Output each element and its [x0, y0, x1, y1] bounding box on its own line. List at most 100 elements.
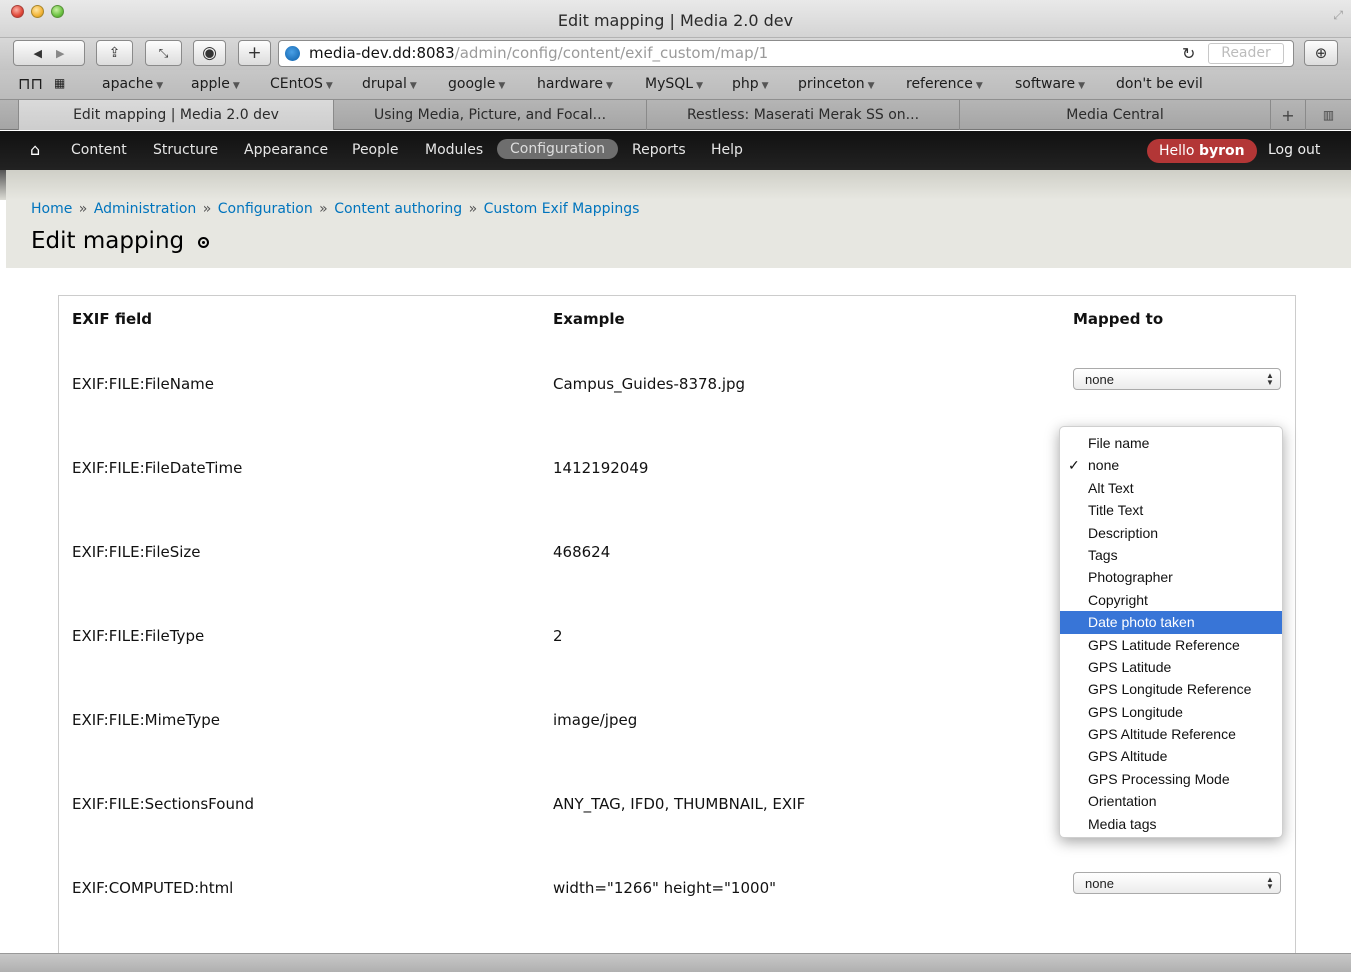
- menu-reports[interactable]: Reports: [632, 142, 686, 158]
- option-gps-longitude[interactable]: GPS Longitude: [1060, 701, 1282, 723]
- bookmark-princeton[interactable]: princeton ▼: [798, 76, 875, 92]
- bookmark-label: princeton: [798, 76, 865, 92]
- option-gps-processing-mode[interactable]: GPS Processing Mode: [1060, 768, 1282, 790]
- menu-configuration[interactable]: Configuration: [497, 139, 618, 159]
- bookmark-php[interactable]: php ▼: [732, 76, 769, 92]
- option-gps-longitude-reference[interactable]: GPS Longitude Reference: [1060, 678, 1282, 700]
- breadcrumb-custom-exif-mappings[interactable]: Custom Exif Mappings: [484, 201, 640, 217]
- bookmark-label: hardware: [537, 76, 603, 92]
- option-label: File name: [1088, 435, 1150, 451]
- chevron-down-icon: ▼: [1078, 81, 1086, 91]
- add-tab-icon[interactable]: +: [1270, 100, 1305, 130]
- menu-help[interactable]: Help: [711, 142, 743, 158]
- option-label: Photographer: [1088, 569, 1173, 586]
- reload-icon[interactable]: ↻: [1182, 44, 1195, 63]
- column-header-mapped-to: Mapped to: [1073, 310, 1164, 328]
- option-gps-altitude[interactable]: GPS Altitude: [1060, 745, 1282, 767]
- mapped-to-dropdown-list[interactable]: File name ✓ none Alt Text Title Text Desc…: [1059, 426, 1283, 838]
- option-tags[interactable]: Tags: [1060, 544, 1282, 566]
- add-shortcut-icon[interactable]: [198, 237, 210, 248]
- mapped-to-select[interactable]: none ▲ ▼: [1073, 872, 1281, 894]
- checkmark-icon: ✓: [1068, 457, 1080, 474]
- greeting-text: Hello: [1159, 143, 1195, 159]
- bookmark-google[interactable]: google ▼: [448, 76, 505, 92]
- tab-media-central[interactable]: Media Central: [959, 100, 1270, 130]
- fullscreen-icon[interactable]: ⤢: [1333, 8, 1343, 23]
- option-file-name[interactable]: File name: [1060, 432, 1282, 454]
- option-orientation[interactable]: Orientation: [1060, 790, 1282, 812]
- bookmark-label: software: [1015, 76, 1076, 92]
- row-example: width="1266" height="1000": [553, 879, 777, 897]
- url-text[interactable]: media-dev.dd:8083/admin/config/content/e…: [309, 44, 768, 62]
- logout-link[interactable]: Log out: [1268, 142, 1320, 158]
- new-tab-button[interactable]: +: [238, 40, 271, 66]
- row-field: EXIF:FILE:FileName: [72, 375, 214, 393]
- option-gps-latitude-reference[interactable]: GPS Latitude Reference: [1060, 634, 1282, 656]
- reader-button[interactable]: Reader: [1208, 43, 1284, 64]
- option-none[interactable]: ✓ none: [1060, 454, 1282, 476]
- row-example: image/jpeg: [553, 711, 638, 729]
- bookmark-dont-be-evil[interactable]: don't be evil: [1116, 76, 1203, 92]
- option-photographer[interactable]: Photographer: [1060, 566, 1282, 588]
- breadcrumb-content-authoring[interactable]: Content authoring: [334, 201, 462, 217]
- breadcrumb: Home » Administration » Configuration » …: [31, 201, 639, 217]
- breadcrumb-configuration[interactable]: Configuration: [218, 201, 313, 217]
- tab-using-media[interactable]: Using Media, Picture, and Focal...: [333, 100, 646, 130]
- bookmark-centos[interactable]: CEntOS ▼: [270, 76, 333, 92]
- url-host: media-dev.dd:8083: [309, 44, 455, 62]
- column-header-example: Example: [553, 310, 625, 328]
- option-alt-text[interactable]: Alt Text: [1060, 477, 1282, 499]
- bookmark-mysql[interactable]: MySQL ▼: [645, 76, 703, 92]
- menu-modules[interactable]: Modules: [425, 142, 483, 158]
- bookmark-drupal[interactable]: drupal ▼: [362, 76, 417, 92]
- option-gps-altitude-reference[interactable]: GPS Altitude Reference: [1060, 723, 1282, 745]
- extension-button[interactable]: ◉: [193, 40, 226, 66]
- chevron-down-icon: ▼: [867, 81, 875, 91]
- select-value: none: [1085, 372, 1114, 387]
- bookmark-apache[interactable]: apache ▼: [102, 76, 163, 92]
- row-example: ANY_TAG, IFD0, THUMBNAIL, EXIF: [553, 795, 806, 813]
- bookmark-label: drupal: [362, 76, 407, 92]
- option-label: Copyright: [1088, 591, 1148, 608]
- option-label: Title Text: [1088, 502, 1144, 519]
- option-description[interactable]: Description: [1060, 522, 1282, 544]
- back-icon[interactable]: ◀: [34, 47, 42, 60]
- option-title-text[interactable]: Title Text: [1060, 499, 1282, 521]
- option-gps-latitude[interactable]: GPS Latitude: [1060, 656, 1282, 678]
- bookmark-software[interactable]: software ▼: [1015, 76, 1085, 92]
- window-bottom-bar: [0, 953, 1351, 972]
- chevron-down-icon: ▼: [696, 81, 703, 91]
- menu-people[interactable]: People: [352, 142, 399, 158]
- address-bar[interactable]: media-dev.dd:8083/admin/config/content/e…: [278, 40, 1294, 67]
- mapped-to-select[interactable]: none ▲ ▼: [1073, 368, 1281, 390]
- url-path: /admin/config/content/exif_custom/map/1: [454, 44, 769, 62]
- bookmark-hardware[interactable]: hardware ▼: [537, 76, 613, 92]
- menu-structure[interactable]: Structure: [153, 142, 218, 158]
- option-copyright[interactable]: Copyright: [1060, 589, 1282, 611]
- forward-icon[interactable]: ▶: [56, 47, 64, 60]
- menu-content[interactable]: Content: [71, 142, 127, 158]
- home-icon[interactable]: ⌂: [30, 140, 40, 159]
- reading-list-icon[interactable]: ⊓⊓: [18, 74, 43, 93]
- tab-overview-icon[interactable]: ▥: [1305, 100, 1351, 130]
- share-button[interactable]: ⇪: [96, 40, 133, 66]
- tab-restless[interactable]: Restless: Maserati Merak SS on...: [646, 100, 959, 130]
- option-date-photo-taken[interactable]: Date photo taken: [1060, 611, 1282, 634]
- bookmark-reference[interactable]: reference ▼: [906, 76, 983, 92]
- chevron-down-icon: ▼: [498, 81, 506, 91]
- username: byron: [1198, 143, 1245, 159]
- top-sites-icon[interactable]: ▦: [54, 76, 65, 90]
- bookmark-label: MySQL: [645, 76, 694, 92]
- fullscreen-button[interactable]: ⤡: [145, 40, 182, 66]
- bookmark-label: php: [732, 76, 759, 92]
- option-media-tags[interactable]: Media tags: [1060, 813, 1282, 835]
- user-greeting-badge[interactable]: Hello byron: [1147, 139, 1257, 163]
- breadcrumb-administration[interactable]: Administration: [94, 201, 196, 217]
- back-forward-buttons[interactable]: ◀ ▶: [13, 40, 85, 66]
- tab-bar: Edit mapping | Media 2.0 dev Using Media…: [0, 100, 1351, 130]
- bookmark-apple[interactable]: apple ▼: [191, 76, 240, 92]
- downloads-button[interactable]: ⊕: [1304, 40, 1338, 66]
- tab-edit-mapping[interactable]: Edit mapping | Media 2.0 dev: [18, 100, 333, 130]
- breadcrumb-home[interactable]: Home: [31, 201, 72, 217]
- menu-appearance[interactable]: Appearance: [244, 142, 328, 158]
